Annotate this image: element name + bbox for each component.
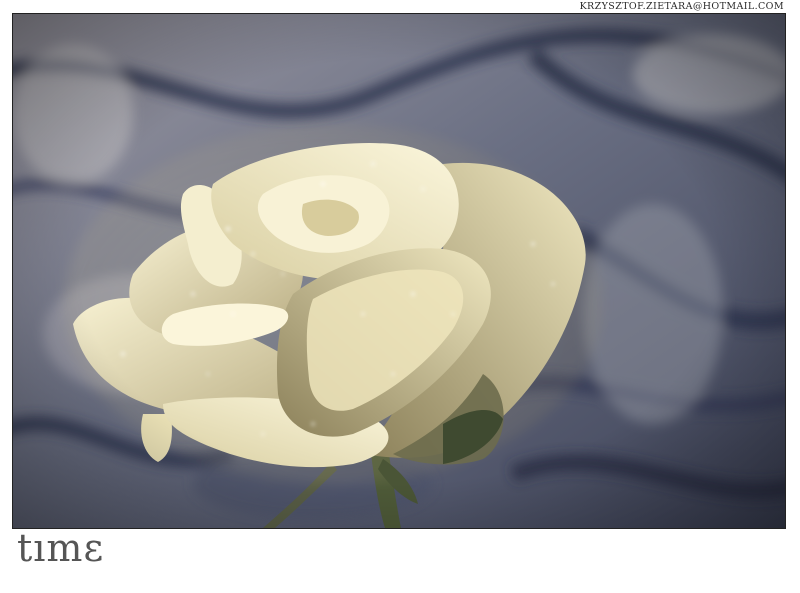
- page: KRZYSZTOF.ZIETARA@HOTMAIL.COM tımɛ: [0, 0, 800, 593]
- rose-photo: [13, 14, 785, 528]
- photo-frame: [12, 13, 786, 529]
- photographer-credit: KRZYSZTOF.ZIETARA@HOTMAIL.COM: [579, 1, 784, 12]
- caption-title: tımɛ: [17, 526, 105, 570]
